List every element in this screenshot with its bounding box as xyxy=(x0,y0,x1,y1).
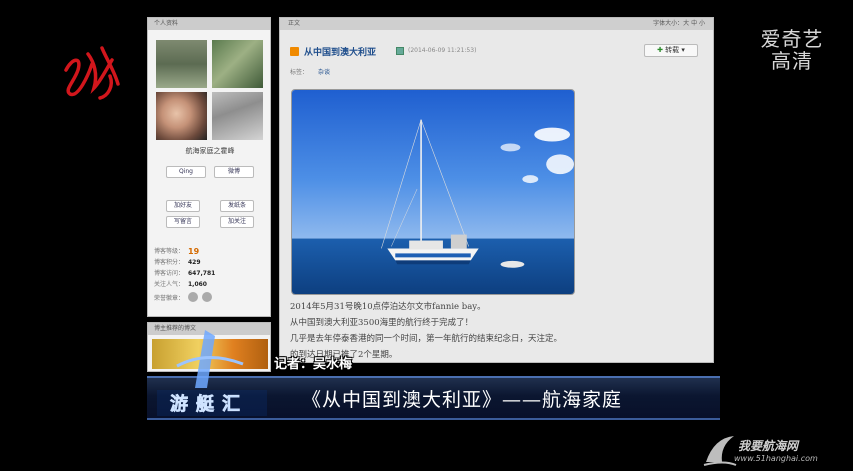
iqiyi-watermark: 爱奇艺 高清 xyxy=(752,28,832,72)
medal-icon[interactable] xyxy=(188,292,199,302)
weibo-button[interactable]: 微博 xyxy=(214,166,254,178)
stat-value: 647,781 xyxy=(188,270,216,277)
stat-value: 19 xyxy=(188,247,200,256)
add-friend-button[interactable]: 加好友 xyxy=(166,200,200,212)
post-paragraph: 几乎是去年停泰香港的同一个时间，第一年航行的结束纪念日，天注定。 xyxy=(290,334,563,344)
stat-label: 博客积分： xyxy=(154,259,185,266)
post-title[interactable]: 从中国到澳大利亚 xyxy=(304,45,376,58)
stat-row: 关注人气： 1,060 xyxy=(154,279,264,290)
stat-row: 博客等级： 19 xyxy=(154,246,264,257)
qing-button-label: Qing xyxy=(178,168,193,175)
profile-photos xyxy=(156,40,264,140)
medal-label: 荣誉徽章： xyxy=(154,294,185,302)
follow-button[interactable]: 加关注 xyxy=(220,216,254,228)
profile-photo[interactable] xyxy=(212,92,263,140)
site-url: www.51hanghai.com xyxy=(734,454,818,463)
watermark-line1: 爱奇艺 xyxy=(760,27,824,51)
chevron-down-icon: ▾ xyxy=(681,46,685,54)
plus-icon: ✚ xyxy=(657,46,663,54)
profile-photo[interactable] xyxy=(156,40,207,88)
forward-button[interactable]: ✚ 转载 ▾ xyxy=(644,44,698,57)
show-logo-text: 游艇汇 xyxy=(170,393,248,415)
weibo-button-label: 微博 xyxy=(227,168,240,175)
write-note-button[interactable]: 写留言 xyxy=(166,216,200,228)
tags-label: 标签： xyxy=(290,69,309,76)
profile-photo[interactable] xyxy=(212,40,263,88)
blog-post-panel: 正文 字体大小：大 中 小 从中国到澳大利亚 (2014-06-09 11:21… xyxy=(279,17,714,363)
stat-label: 关注人气： xyxy=(154,281,185,288)
blog-stats: 博客等级： 19 博客积分： 429 博客访问： 647,781 关注人气： 1,060 xyxy=(154,246,264,290)
stat-row: 博客访问： 647,781 xyxy=(154,268,264,279)
rss-icon xyxy=(290,47,299,56)
tag-link[interactable]: 杂谈 xyxy=(318,69,330,76)
profile-photo[interactable] xyxy=(156,92,207,140)
medal-icon[interactable] xyxy=(202,292,213,302)
stat-label: 博客等级： xyxy=(154,248,185,255)
stat-label: 博客访问： xyxy=(154,270,185,277)
lower-third-caption: 《从中国到澳大利亚》——航海家庭 xyxy=(302,389,623,411)
sidebar-header: 个人资料 xyxy=(148,18,270,30)
post-paragraph: 从中国到澳大利亚3500海里的航行终于完成了！ xyxy=(290,318,474,328)
watermark-line2: 高清 xyxy=(771,49,813,73)
font-size-controls[interactable]: 字体大小：大 中 小 xyxy=(653,18,705,30)
reporter-credit: 记者：吴水梅 xyxy=(274,357,353,372)
post-panel-header-label: 正文 xyxy=(288,20,301,27)
post-paragraph: 2014年5月31号晚10点停泊达尔文市fannie bay。 xyxy=(290,302,486,312)
stat-value: 429 xyxy=(188,259,201,266)
post-photo-sailboat[interactable] xyxy=(291,89,575,295)
site-name: 我要航海网 xyxy=(738,439,799,453)
send-message-button[interactable]: 发纸条 xyxy=(220,200,254,212)
stat-value: 1,060 xyxy=(188,281,207,288)
channel-logo xyxy=(64,46,120,100)
profile-sidebar: 个人资料 航海家庭之霍峰 Qing 微博 加好友 发纸条 写留言 加关注 博客等… xyxy=(147,17,271,317)
qing-button[interactable]: Qing xyxy=(166,166,206,178)
forward-label: 转载 xyxy=(665,46,680,54)
image-icon xyxy=(396,47,404,55)
medal-row: 荣誉徽章： xyxy=(154,292,213,302)
post-date: (2014-06-09 11:21:53) xyxy=(408,47,477,54)
post-tags: 标签： 杂谈 xyxy=(290,67,330,76)
stat-row: 博客积分： 429 xyxy=(154,257,264,268)
post-panel-header: 正文 字体大小：大 中 小 xyxy=(280,18,713,30)
profile-nickname[interactable]: 航海家庭之霍峰 xyxy=(148,146,272,156)
show-logo: 游艇汇 xyxy=(157,330,267,416)
